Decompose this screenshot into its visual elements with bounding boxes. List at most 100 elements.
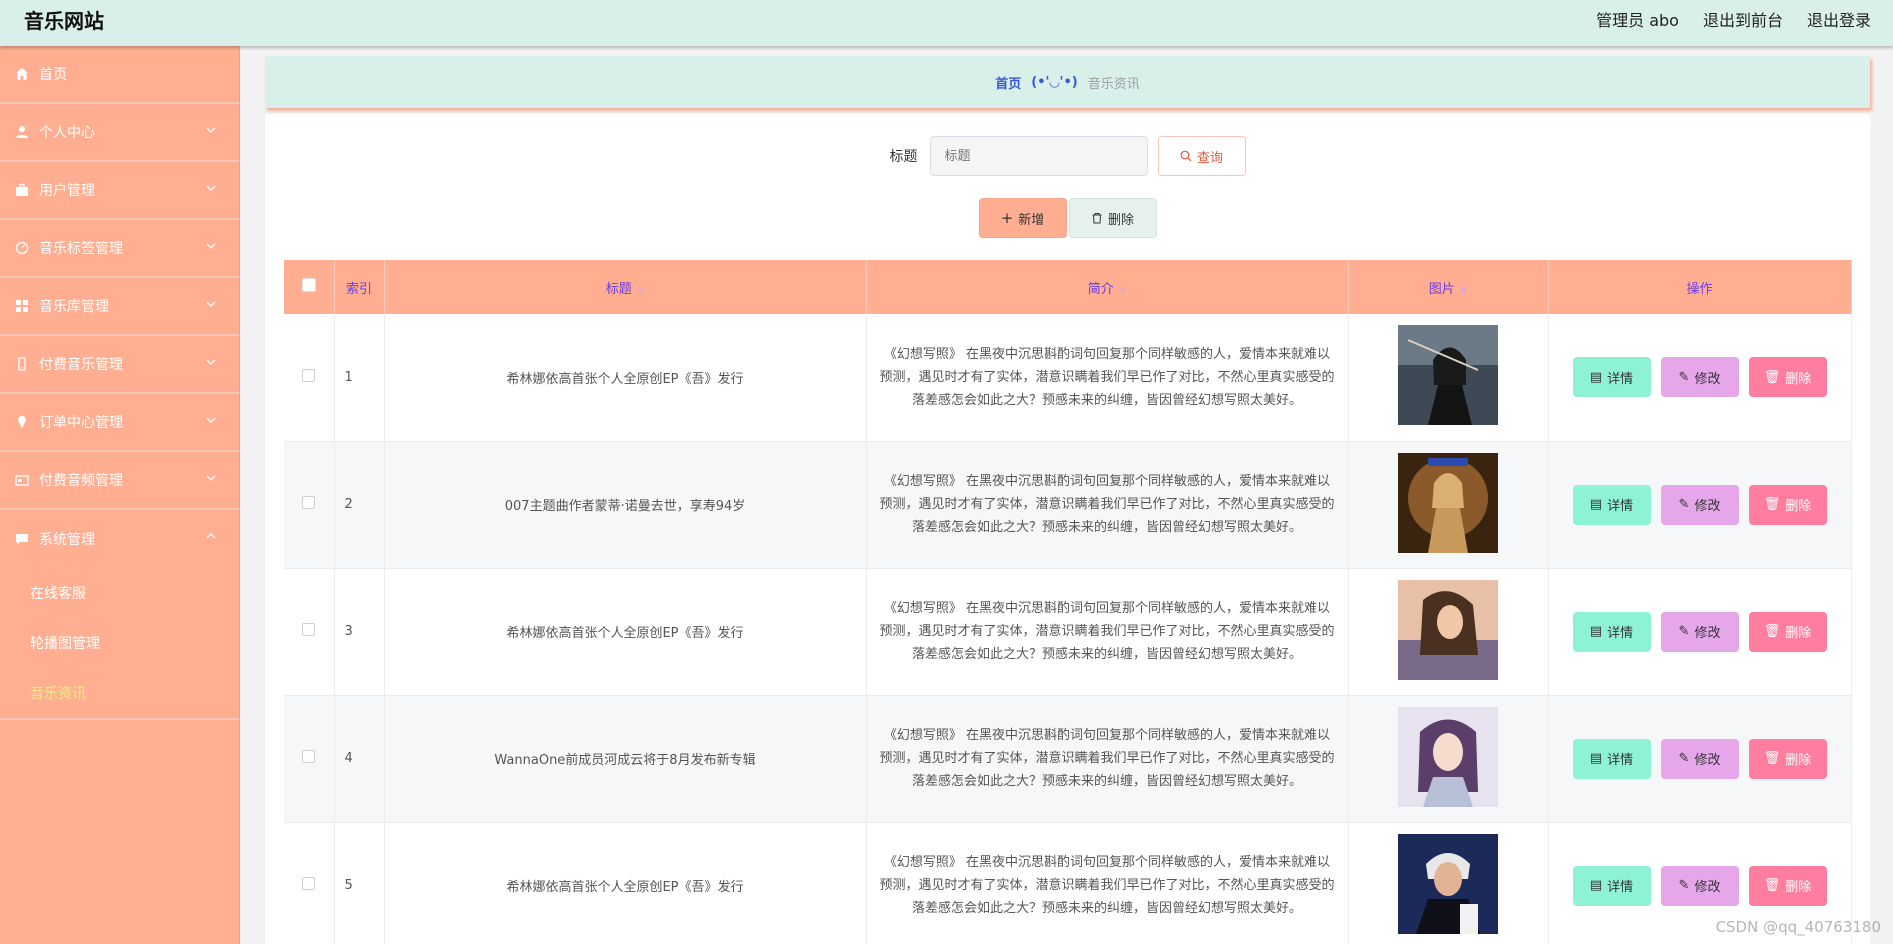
sort-icon[interactable]: ⇅ <box>637 286 645 296</box>
delete-button[interactable]: 🗑 删除 <box>1748 357 1827 398</box>
search-input[interactable] <box>929 136 1148 176</box>
row-checkbox[interactable] <box>302 877 316 890</box>
sidebar-item-personal[interactable]: 个人中心 <box>0 104 239 162</box>
row-intro: 《幻想写照》 在黑夜中沉思斟酌词句回复那个同样敏感的人，爱情本来就难以预测，遇见… <box>866 822 1349 944</box>
edit-button[interactable]: ✎ 修改 <box>1660 738 1739 779</box>
portrait-photo[interactable] <box>1398 325 1498 426</box>
chevron-down-icon <box>206 185 216 191</box>
delete-label: 删除 <box>1785 499 1812 514</box>
search-form: 标题 查询 <box>265 136 1870 176</box>
document-icon: ▤ <box>1589 497 1603 512</box>
row-checkbox[interactable] <box>302 623 316 636</box>
sidebar-item-users[interactable]: 用户管理 <box>0 162 239 220</box>
sidebar-subitem-carousel[interactable]: 轮播图管理 <box>0 618 239 668</box>
detail-button[interactable]: ▤ 详情 <box>1572 611 1651 652</box>
batch-delete-label: 删除 <box>1107 212 1134 228</box>
trash-icon: 🗑 <box>1763 624 1781 639</box>
detail-button[interactable]: ▤ 详情 <box>1572 865 1651 906</box>
sort-icon[interactable]: ⇅ <box>1119 286 1127 296</box>
admin-user-label[interactable]: 管理员 abo <box>1596 7 1679 31</box>
pencil-icon: ✎ <box>1678 751 1690 766</box>
back-to-front-link[interactable]: 退出到前台 <box>1703 7 1783 31</box>
header-intro[interactable]: 简介 ⇅ <box>866 260 1349 314</box>
grid-icon <box>15 299 29 313</box>
sidebar-item-paid-audio[interactable]: 付费音频管理 <box>0 452 239 510</box>
logout-link[interactable]: 退出登录 <box>1807 7 1871 31</box>
trash-icon: 🗑 <box>1763 878 1781 893</box>
edit-button[interactable]: ✎ 修改 <box>1660 484 1739 525</box>
plus-icon: + <box>1000 209 1014 227</box>
delete-button[interactable]: 🗑 删除 <box>1748 865 1827 906</box>
edit-label: 修改 <box>1694 753 1721 768</box>
row-ops-cell: ▤ 详情 ✎ 修改 🗑 删除 <box>1548 441 1852 569</box>
delete-button[interactable]: 🗑 删除 <box>1748 484 1827 525</box>
edit-button[interactable]: ✎ 修改 <box>1660 611 1739 652</box>
pin-icon <box>15 415 29 429</box>
batch-delete-button[interactable]: 删除 <box>1068 198 1157 238</box>
query-button-label: 查询 <box>1196 150 1223 166</box>
document-icon: ▤ <box>1589 878 1603 893</box>
sidebar-item-music-library[interactable]: 音乐库管理 <box>0 278 239 336</box>
document-icon: ▤ <box>1589 369 1603 385</box>
row-title: WannaOne前成员河成云将于8月发布新专辑 <box>384 695 867 823</box>
chevron-down-icon <box>206 301 216 307</box>
edit-button[interactable]: ✎ 修改 <box>1660 865 1739 906</box>
edit-label: 修改 <box>1694 499 1721 514</box>
portrait-photo[interactable] <box>1398 579 1498 680</box>
portrait-photo[interactable] <box>1398 706 1498 807</box>
sidebar-item-label: 用户管理 <box>39 183 95 199</box>
user-icon <box>15 125 29 139</box>
row-checkbox[interactable] <box>302 496 316 509</box>
sidebar-subitem-online-service[interactable]: 在线客服 <box>0 568 239 618</box>
detail-button[interactable]: ▤ 详情 <box>1572 738 1651 779</box>
sidebar-item-home[interactable]: 首页 <box>0 46 239 104</box>
sidebar-subitem-music-news[interactable]: 音乐资讯 <box>0 668 239 718</box>
sort-icon[interactable]: ⇅ <box>1460 286 1468 296</box>
row-image-cell <box>1348 695 1549 823</box>
table-row: 2 007主题曲作者蒙蒂·诺曼去世，享寿94岁 《幻想写照》 在黑夜中沉思斟酌词… <box>284 441 1852 569</box>
select-all-checkbox[interactable] <box>301 278 316 292</box>
document-icon: ▤ <box>1589 751 1603 766</box>
breadcrumb-home[interactable]: 首页 <box>995 73 1021 92</box>
sidebar-item-paid-music[interactable]: 付费音乐管理 <box>0 336 239 394</box>
sidebar-item-label: 付费音频管理 <box>39 473 123 489</box>
row-ops-cell: ▤ 详情 ✎ 修改 🗑 删除 <box>1548 695 1852 823</box>
delete-button[interactable]: 🗑 删除 <box>1748 611 1827 652</box>
system-submenu: 在线客服 轮播图管理 音乐资讯 <box>0 568 239 720</box>
edit-button[interactable]: ✎ 修改 <box>1660 357 1739 398</box>
chevron-up-icon <box>206 533 216 539</box>
card-icon <box>15 473 29 487</box>
sidebar-item-label: 音乐库管理 <box>39 299 109 315</box>
chevron-down-icon <box>206 359 216 365</box>
sidebar-item-music-tags[interactable]: 音乐标签管理 <box>0 220 239 278</box>
top-links: 管理员 abo 退出到前台 退出登录 <box>1596 7 1871 31</box>
row-index: 1 <box>334 314 385 442</box>
detail-label: 详情 <box>1607 880 1634 895</box>
sidebar-item-system[interactable]: 系统管理 <box>0 510 239 568</box>
home-icon <box>15 67 29 81</box>
edit-label: 修改 <box>1694 880 1721 895</box>
portrait-photo[interactable] <box>1398 452 1498 553</box>
sidebar-item-label: 音乐标签管理 <box>39 241 123 257</box>
row-title: 希林娜依高首张个人全原创EP《吾》发行 <box>384 314 867 442</box>
delete-button[interactable]: 🗑 删除 <box>1748 738 1827 779</box>
row-checkbox[interactable] <box>302 750 316 763</box>
add-button[interactable]: + 新增 <box>978 198 1067 238</box>
phone-icon <box>15 357 29 371</box>
trash-icon: 🗑 <box>1763 369 1781 385</box>
sidebar-item-orders[interactable]: 订单中心管理 <box>0 394 239 452</box>
portrait-photo[interactable] <box>1398 833 1498 934</box>
header-intro-label: 简介 <box>1087 281 1114 297</box>
site-title: 音乐网站 <box>24 9 104 33</box>
row-select-cell <box>284 695 335 823</box>
header-title[interactable]: 标题 ⇅ <box>384 260 867 314</box>
detail-button[interactable]: ▤ 详情 <box>1572 357 1651 398</box>
gauge-icon <box>15 241 29 255</box>
delete-label: 删除 <box>1785 753 1812 768</box>
query-button[interactable]: 查询 <box>1157 136 1246 176</box>
trash-icon <box>1092 213 1102 224</box>
header-image[interactable]: 图片 ⇅ <box>1348 260 1549 314</box>
detail-button[interactable]: ▤ 详情 <box>1572 484 1651 525</box>
detail-label: 详情 <box>1607 753 1634 768</box>
row-checkbox[interactable] <box>302 368 316 382</box>
